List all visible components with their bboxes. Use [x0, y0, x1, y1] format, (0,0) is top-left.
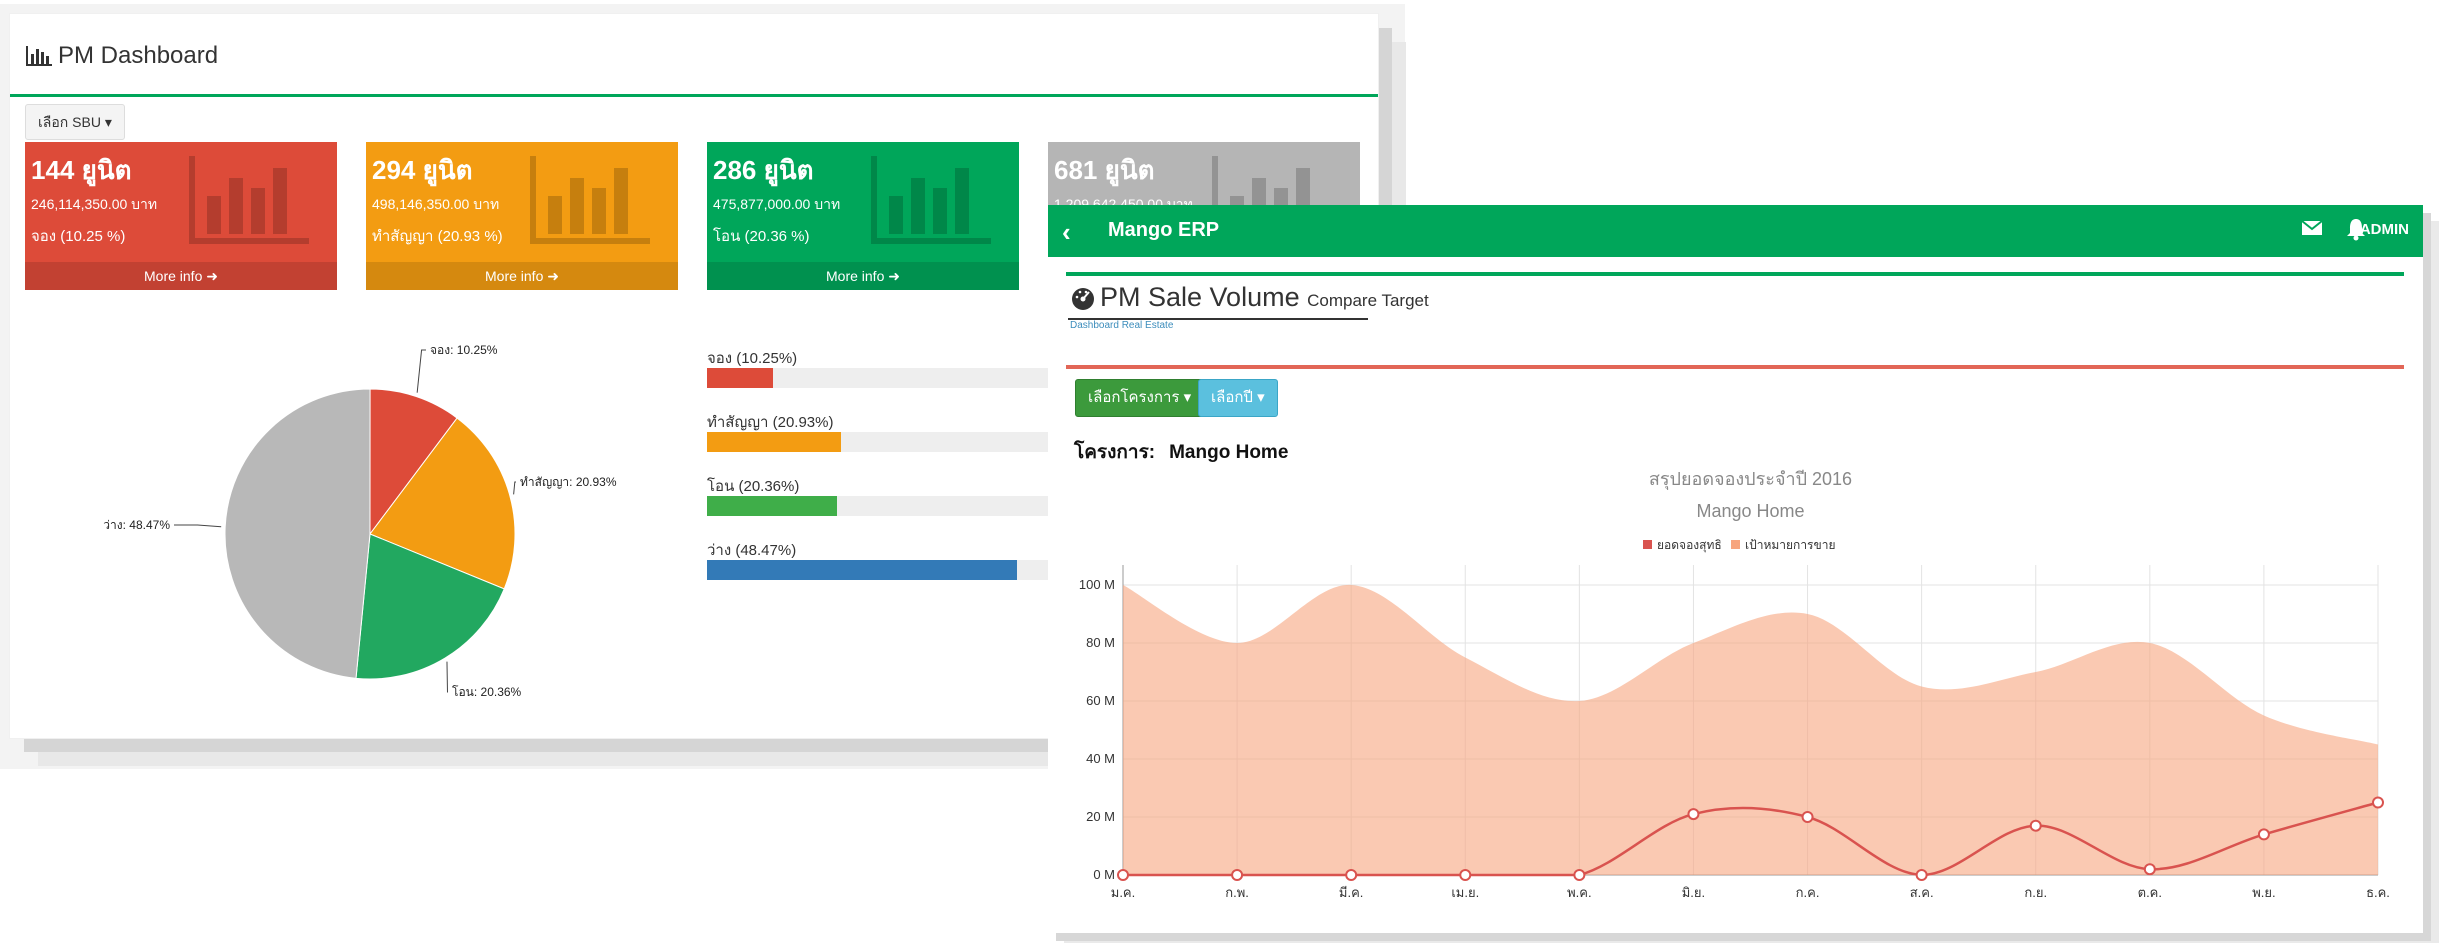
- booking-point[interactable]: [1459, 869, 1472, 881]
- x-tick-label: ต.ค.: [2138, 885, 2162, 900]
- top-navbar: ‹ Mango ERP ADMIN: [1048, 205, 2423, 257]
- booking-point[interactable]: [2257, 828, 2270, 841]
- progress-fill: [707, 560, 1017, 580]
- panel-title: PM Sale Volume Compare Target: [1100, 282, 1429, 312]
- x-tick-label: ม.ค.: [1111, 885, 1136, 900]
- pie-label: ว่าง: 48.47%: [103, 518, 170, 532]
- back-arrow-icon[interactable]: ‹: [1062, 217, 1071, 248]
- pie-slice[interactable]: [224, 388, 371, 679]
- stat-units: 144 ยูนิต: [31, 155, 132, 185]
- select-year-button[interactable]: เลือกปี ▾: [1198, 379, 1278, 417]
- x-tick-label: พ.ย.: [2252, 885, 2275, 900]
- x-tick-label: มี.ค.: [1339, 885, 1364, 900]
- dashboard-gauge-icon: [1072, 288, 1094, 310]
- select-project-button[interactable]: เลือกโครงการ ▾: [1075, 379, 1205, 417]
- pie-label-connector: [174, 524, 222, 528]
- x-tick-label: มิ.ย.: [1682, 885, 1705, 900]
- chart-subtitle: Mango Home: [1696, 501, 1804, 521]
- progress-fill: [707, 432, 841, 452]
- app-brand[interactable]: Mango ERP: [1108, 219, 1219, 242]
- stat-amount: 475,877,000.00 บาท: [713, 196, 841, 212]
- bar-chart-icon: [530, 156, 650, 244]
- pie-label: ทำสัญญา: 20.93%: [520, 475, 617, 489]
- stat-status: ทำสัญญา (20.93 %): [372, 228, 503, 245]
- stat-units: 286 ยูนิต: [713, 155, 814, 185]
- booking-point[interactable]: [2372, 796, 2384, 809]
- x-tick-label: ก.พ.: [1225, 885, 1249, 900]
- select-sbu-button[interactable]: เลือก SBU ▾: [25, 104, 125, 140]
- status-pie-chart: จอง: 10.25% ทำสัญญา: 20.93% โอน: 20.36% ว่า…: [103, 343, 617, 699]
- stat-box: 286 ยูนิต 475,877,000.00 บาท โอน (20.36 …: [707, 142, 1019, 290]
- pie-label-connector: [416, 349, 426, 393]
- y-tick-label: 100 M: [1079, 577, 1115, 592]
- booking-point[interactable]: [2143, 863, 2156, 876]
- stat-status: โอน (20.36 %): [713, 228, 810, 245]
- bar-chart-icon: [189, 156, 309, 244]
- booking-point[interactable]: [1573, 869, 1586, 881]
- progress-label: โอน (20.36%): [707, 478, 800, 495]
- more-info-link[interactable]: More info ➜: [707, 262, 1019, 290]
- progress-fill: [707, 368, 773, 388]
- booking-point[interactable]: [2029, 819, 2042, 832]
- sale-volume-panel-header: PM Sale Volume Compare Target Dashboard …: [1066, 272, 2404, 334]
- panel-subtitle: Compare Target: [1307, 291, 1429, 310]
- booking-point[interactable]: [1345, 869, 1358, 881]
- booking-point[interactable]: [1687, 808, 1700, 821]
- dashboard-header: PM Dashboard: [10, 14, 1378, 97]
- x-tick-label: ก.ย.: [2024, 885, 2047, 900]
- more-info-link[interactable]: More info ➜: [25, 262, 337, 290]
- stat-units: 681 ยูนิต: [1054, 155, 1155, 185]
- y-tick-label: 40 M: [1086, 751, 1115, 766]
- sale-volume-chart: 0 M 20 M 40 M 60 M 80 M 100 M ม.ค. ก.พ. มี.ค. เม.…: [1079, 469, 2390, 900]
- stat-box: 294 ยูนิต 498,146,350.00 บาท ทำสัญญา (20…: [366, 142, 678, 290]
- stat-status: จอง (10.25 %): [31, 228, 126, 245]
- bar-chart-icon: [871, 156, 991, 244]
- progress-fill: [707, 496, 838, 516]
- pie-label: โอน: 20.36%: [452, 685, 522, 699]
- pie-label-connector: [446, 661, 448, 693]
- pie-label: จอง: 10.25%: [430, 343, 498, 357]
- panel-breadcrumb: Dashboard Real Estate: [1070, 320, 1174, 331]
- progress-label: จอง (10.25%): [707, 350, 798, 367]
- legend-label[interactable]: ยอดจองสุทธิ: [1657, 538, 1722, 553]
- booking-point[interactable]: [1117, 869, 1129, 881]
- y-tick-label: 0 M: [1093, 867, 1115, 882]
- pie-label-connector: [513, 481, 516, 495]
- more-info-link[interactable]: More info ➜: [366, 262, 678, 290]
- stat-amount: 498,146,350.00 บาท: [372, 196, 500, 212]
- legend-swatch: [1643, 540, 1652, 549]
- y-tick-label: 60 M: [1086, 693, 1115, 708]
- y-tick-label: 80 M: [1086, 635, 1115, 650]
- bar-chart-icon: [26, 46, 52, 66]
- x-tick-label: พ.ค.: [1567, 885, 1592, 900]
- stat-amount: 246,114,350.00 บาท: [31, 196, 158, 212]
- legend-label[interactable]: เป้าหมายการขาย: [1745, 538, 1835, 552]
- stat-units: 294 ยูนิต: [372, 155, 473, 185]
- mail-icon[interactable]: [2301, 219, 2323, 237]
- user-menu[interactable]: ADMIN: [2360, 221, 2409, 238]
- y-tick-label: 20 M: [1086, 809, 1115, 824]
- progress-label: ว่าง (48.47%): [707, 542, 797, 559]
- x-tick-label: เม.ย.: [1451, 885, 1479, 900]
- progress-label: ทำสัญญา (20.93%): [707, 414, 834, 431]
- page-title: PM Dashboard: [58, 42, 219, 69]
- divider: [1066, 365, 2404, 369]
- legend-swatch: [1731, 540, 1740, 549]
- booking-point[interactable]: [1231, 869, 1244, 881]
- x-tick-label: ธ.ค.: [2366, 885, 2390, 900]
- x-tick-label: ก.ค.: [1796, 885, 1820, 900]
- stat-box: 144 ยูนิต 246,114,350.00 บาท จอง (10.25 …: [25, 142, 337, 290]
- x-tick-label: ส.ค.: [1910, 885, 1934, 900]
- booking-point[interactable]: [1801, 811, 1814, 823]
- chart-title: สรุปยอดจองประจำปี 2016: [1649, 469, 1852, 490]
- mango-erp-window: ‹ Mango ERP ADMIN PM Sale Volume Compare…: [1048, 205, 2423, 933]
- booking-point[interactable]: [1915, 869, 1928, 881]
